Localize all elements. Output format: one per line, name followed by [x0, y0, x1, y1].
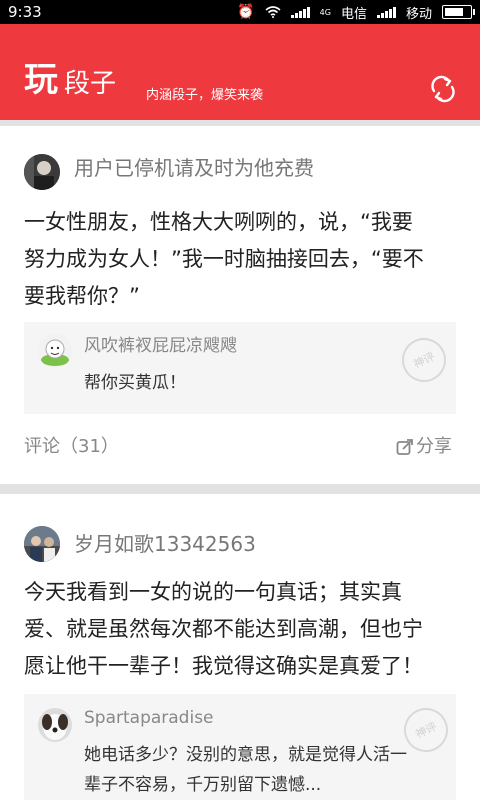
avatar[interactable] — [24, 526, 60, 562]
status-bar: 9:33 ⏰ 4G 电信 移动 — [0, 0, 480, 24]
commenter-name[interactable]: 风吹裤衩屁屁凉飕飕 — [84, 334, 237, 358]
carrier-1: 电信 — [340, 6, 367, 22]
status-icons: ⏰ 4G 电信 移动 — [237, 3, 475, 22]
post-card[interactable]: 用户已停机请及时为他充费 一女性朋友，性格大大咧咧的，说，“我要 努力成为女人！… — [0, 126, 480, 484]
app-header: 玩 段子 内涵段子，爆笑来袭 — [0, 24, 480, 120]
post-text: 今天我看到一女的说的一句真话；其实真 爱、就是虽然每次都不能达到高潮，但也宁 愿… — [24, 580, 423, 678]
refresh-icon[interactable] — [428, 74, 458, 104]
signal-icon-2 — [376, 6, 396, 18]
top-comment[interactable]: Spartaparadise 她电话多少？没别的意思，就是觉得人活一 辈子不容易… — [24, 694, 456, 800]
share-label: 分享 — [416, 436, 452, 457]
commenter-avatar[interactable] — [38, 334, 72, 368]
comment-text: 帮你买黄瓜！ — [84, 373, 186, 393]
carrier-2: 移动 — [405, 6, 432, 22]
app-slogan: 内涵段子，爆笑来袭 — [146, 88, 264, 103]
share-icon — [396, 439, 413, 455]
top-comment[interactable]: 风吹裤衩屁屁凉飕飕 帮你买黄瓜！ 神评 — [24, 322, 456, 414]
network-type: 4G — [319, 7, 331, 17]
post-username[interactable]: 用户已停机请及时为他充费 — [74, 154, 314, 182]
app-logo-text: 段子 — [64, 69, 117, 99]
share-button[interactable]: 分享 — [396, 434, 452, 460]
wifi-icon — [265, 6, 281, 18]
battery-icon — [442, 5, 475, 19]
post-username[interactable]: 岁月如歌13342563 — [74, 530, 256, 558]
comment-text: 她电话多少？没别的意思，就是觉得人活一 辈子不容易，千万别留下遗憾... — [84, 745, 407, 795]
avatar[interactable] — [24, 154, 60, 190]
alarm-icon: ⏰ — [237, 4, 255, 20]
post-card[interactable]: 岁月如歌13342563 今天我看到一女的说的一句真话；其实真 爱、就是虽然每次… — [0, 494, 480, 800]
god-comment-stamp: 神评 — [394, 330, 454, 390]
card-divider — [0, 484, 480, 494]
commenter-avatar[interactable] — [38, 708, 72, 742]
comment-count-button[interactable]: 评论（31） — [24, 434, 119, 460]
signal-icon-1 — [290, 6, 310, 18]
app-logo-mark: 玩 — [24, 60, 58, 100]
post-text: 一女性朋友，性格大大咧咧的，说，“我要 努力成为女人！”我一时脑抽接回去，“要不… — [24, 210, 424, 308]
status-time: 9:33 — [8, 3, 42, 21]
commenter-name[interactable]: Spartaparadise — [84, 706, 214, 730]
